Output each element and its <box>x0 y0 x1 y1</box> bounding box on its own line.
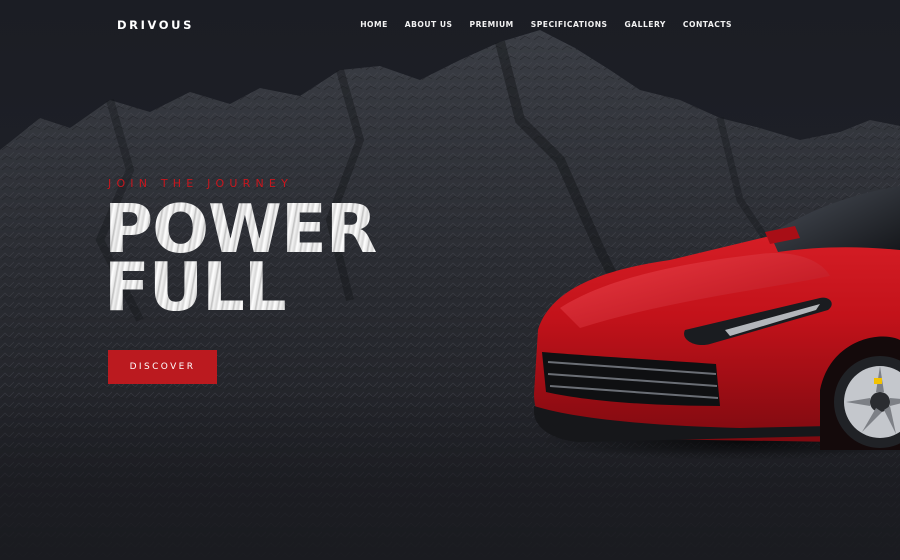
red-sports-car-image <box>534 186 900 460</box>
hero-tagline: JOIN THE JOURNEY <box>108 177 294 190</box>
discover-button[interactable]: DISCOVER <box>108 350 217 384</box>
nav-item-home[interactable]: HOME <box>360 20 388 29</box>
nav-item-contacts[interactable]: CONTACTS <box>683 20 732 29</box>
nav-item-about-us[interactable]: ABOUT US <box>405 20 453 29</box>
nav-item-gallery[interactable]: GALLERY <box>625 20 666 29</box>
main-menu: HOME ABOUT US PREMIUM SPECIFICATIONS GAL… <box>360 20 732 29</box>
top-navigation: DRIVOUS HOME ABOUT US PREMIUM SPECIFICAT… <box>0 0 900 50</box>
nav-item-specifications[interactable]: SPECIFICATIONS <box>531 20 608 29</box>
hero-page: DRIVOUS HOME ABOUT US PREMIUM SPECIFICAT… <box>0 0 900 560</box>
brand-logo[interactable]: DRIVOUS <box>117 18 194 32</box>
hero-headline: POWER FULL <box>104 196 377 321</box>
nav-item-premium[interactable]: PREMIUM <box>470 20 514 29</box>
